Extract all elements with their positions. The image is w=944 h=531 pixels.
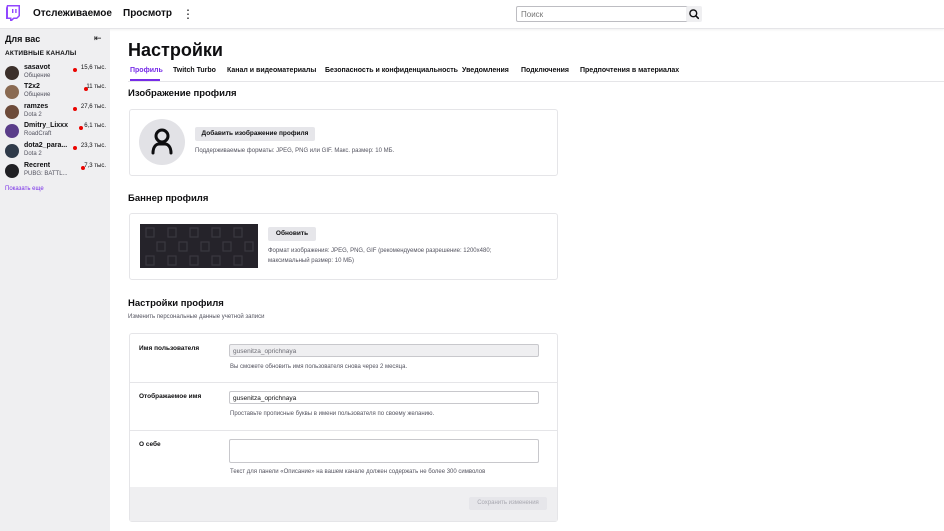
display-name-hint: Проставьте прописные буквы в имени польз… <box>230 411 435 417</box>
search-button[interactable] <box>686 6 702 22</box>
live-indicator-icon <box>73 146 77 150</box>
profile-settings-form: Имя пользователя gusenitza_oprichnaya Вы… <box>129 333 558 522</box>
sidebar-channel-item[interactable]: dota2_para... Dota 2 23,3 тыс. <box>4 142 108 160</box>
banner-heading: Баннер профиля <box>128 193 209 204</box>
viewer-count: 23,3 тыс. <box>80 143 106 149</box>
channel-game: Общение <box>24 73 51 79</box>
viewer-count: 27,6 тыс. <box>80 104 106 110</box>
channel-game: Dota 2 <box>24 151 42 157</box>
banner-preview <box>140 224 258 268</box>
banner-hint-line1: Формат изображения: JPEG, PNG, GIF (реко… <box>268 248 492 254</box>
channel-game: RoadCraft <box>24 131 52 137</box>
channel-avatar <box>5 144 19 158</box>
update-banner-button[interactable]: Обновить <box>268 227 316 241</box>
viewer-count: 11 тыс. <box>86 84 106 90</box>
viewer-count: 7,3 тыс. <box>84 163 106 169</box>
profile-avatar[interactable] <box>139 119 185 165</box>
profile-image-hint: Поддерживаемые форматы: JPEG, PNG или GI… <box>195 148 395 154</box>
live-indicator-icon <box>73 107 77 111</box>
banner-pattern-icon <box>145 227 254 266</box>
viewer-count: 6,1 тыс. <box>84 123 106 129</box>
sidebar-channel-item[interactable]: Dmitry_Lixxx RoadCraft 6,1 тыс. <box>4 122 108 140</box>
sidebar-channel-item[interactable]: T2x2 Общение 11 тыс. <box>4 83 108 101</box>
sidebar-channel-item[interactable]: sasavot Общение 15,6 тыс. <box>4 64 108 82</box>
channel-avatar <box>5 124 19 138</box>
form-footer: Сохранить изменения <box>130 487 557 521</box>
tab-security-privacy[interactable]: Безопасность и конфиденциальность <box>325 67 458 74</box>
save-changes-button[interactable]: Сохранить изменения <box>469 497 547 510</box>
channel-avatar <box>5 85 19 99</box>
tab-content-preferences[interactable]: Предпочтения в материалах <box>580 67 679 74</box>
username-hint: Вы сможете обновить имя пользователя сно… <box>230 364 408 370</box>
channel-avatar <box>5 164 19 178</box>
display-name-field[interactable]: gusenitza_oprichnaya <box>229 391 539 404</box>
viewer-count: 15,6 тыс. <box>80 65 106 71</box>
profile-image-card: Добавить изображение профиля Поддерживае… <box>129 109 558 176</box>
nav-browse[interactable]: Просмотр <box>123 8 172 19</box>
channel-name: T2x2 <box>24 83 40 90</box>
more-vertical-icon[interactable]: ⋮ <box>182 6 194 22</box>
display-name-label: Отображаемое имя <box>139 393 202 400</box>
tab-notifications[interactable]: Уведомления <box>462 67 509 74</box>
channel-avatar <box>5 66 19 80</box>
tab-profile[interactable]: Профиль <box>130 67 163 74</box>
sidebar-title: Для вас <box>5 34 41 44</box>
top-navigation-bar: Отслеживаемое Просмотр ⋮ <box>0 0 944 29</box>
show-more-link[interactable]: Показать еще <box>5 186 44 192</box>
bio-hint: Текст для панели «Описание» на вашем кан… <box>230 469 486 475</box>
channel-game: Общение <box>24 92 51 98</box>
channel-name: dota2_para... <box>24 142 68 149</box>
user-icon <box>151 128 173 155</box>
channel-name: sasavot <box>24 64 51 71</box>
sidebar: Для вас ⇤ АКТИВНЫЕ КАНАЛЫ sasavot Общени… <box>0 29 110 531</box>
banner-hint-line2: максимальный размер: 10 МБ) <box>268 258 355 264</box>
channel-avatar <box>5 105 19 119</box>
twitch-glitch-icon[interactable] <box>6 5 20 21</box>
search-icon <box>689 9 700 20</box>
bio-textarea[interactable] <box>229 439 539 463</box>
row-divider <box>130 430 557 431</box>
settings-main: Настройки Профиль Twitch Turbo Канал и в… <box>110 29 944 531</box>
sidebar-channel-item[interactable]: Recrent PUBG: BATTL... 7,3 тыс. <box>4 162 108 180</box>
live-indicator-icon <box>79 126 83 130</box>
tab-channel-videos[interactable]: Канал и видеоматериалы <box>227 67 316 74</box>
active-channels-heading: АКТИВНЫЕ КАНАЛЫ <box>5 50 77 57</box>
channel-game: PUBG: BATTL... <box>24 171 68 177</box>
bio-label: О себе <box>139 441 161 448</box>
username-label: Имя пользователя <box>139 345 200 352</box>
profile-settings-subheading: Изменить персональные данные учетной зап… <box>128 314 265 320</box>
channel-name: ramzes <box>24 103 49 110</box>
username-field: gusenitza_oprichnaya <box>229 344 539 357</box>
tab-connections[interactable]: Подключения <box>521 67 569 74</box>
channel-name: Dmitry_Lixxx <box>24 122 68 129</box>
tab-twitch-turbo[interactable]: Twitch Turbo <box>173 67 216 74</box>
sidebar-channel-item[interactable]: ramzes Dota 2 27,6 тыс. <box>4 103 108 121</box>
channel-game: Dota 2 <box>24 112 42 118</box>
search-input[interactable] <box>516 6 690 22</box>
tabs-divider <box>128 81 944 82</box>
banner-card: Обновить Формат изображения: JPEG, PNG, … <box>129 213 558 280</box>
profile-settings-heading: Настройки профиля <box>128 298 224 309</box>
live-indicator-icon <box>73 68 77 72</box>
collapse-arrow-icon[interactable]: ⇤ <box>94 33 102 44</box>
row-divider <box>130 382 557 383</box>
channel-name: Recrent <box>24 162 51 169</box>
page-title: Настройки <box>128 40 223 60</box>
profile-image-heading: Изображение профиля <box>128 88 237 99</box>
add-profile-image-button[interactable]: Добавить изображение профиля <box>195 127 315 141</box>
nav-following[interactable]: Отслеживаемое <box>33 8 112 19</box>
